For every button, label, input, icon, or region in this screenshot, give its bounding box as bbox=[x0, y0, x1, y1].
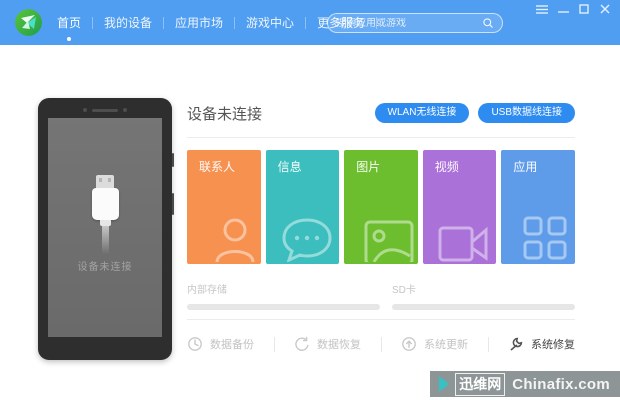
action-bar: 数据备份 数据恢复 系统更新 系统修复 bbox=[187, 333, 575, 355]
divider bbox=[187, 137, 575, 138]
nav-item-my-device[interactable]: 我的设备 bbox=[98, 14, 158, 31]
system-update-button[interactable]: 系统更新 bbox=[401, 336, 468, 352]
nav-separator bbox=[234, 16, 236, 29]
app-logo-icon[interactable] bbox=[15, 9, 42, 36]
internal-storage: 内部存储 bbox=[187, 281, 380, 310]
phone-screen: 设备未连接 bbox=[48, 118, 162, 337]
search-box[interactable] bbox=[327, 13, 503, 33]
apps-grid-icon bbox=[523, 216, 567, 260]
sd-card-label: SD卡 bbox=[392, 285, 416, 296]
sd-card-storage: SD卡 bbox=[392, 281, 575, 310]
usb-cable-icon bbox=[91, 175, 119, 254]
tile-apps[interactable]: 应用 bbox=[501, 150, 575, 264]
divider bbox=[187, 319, 575, 320]
message-icon bbox=[282, 218, 332, 262]
update-icon bbox=[402, 337, 416, 351]
nav-separator bbox=[305, 16, 307, 29]
wlan-connect-button[interactable]: WLAN无线连接 bbox=[374, 103, 470, 123]
main-panel: 设备未连接 WLAN无线连接 USB数据线连接 联系人 信息 图片 视频 应用 … bbox=[187, 98, 575, 355]
phone-side-button bbox=[172, 153, 174, 167]
contact-icon bbox=[215, 218, 255, 262]
picture-icon bbox=[364, 220, 414, 262]
tile-contacts[interactable]: 联系人 bbox=[187, 150, 261, 264]
nav-separator bbox=[163, 16, 165, 29]
phone-speaker bbox=[83, 108, 127, 112]
action-separator bbox=[380, 336, 382, 352]
tile-messages[interactable]: 信息 bbox=[265, 150, 340, 264]
nav-item-app-market[interactable]: 应用市场 bbox=[169, 14, 229, 31]
tile-videos[interactable]: 视频 bbox=[422, 150, 497, 264]
internal-storage-bar bbox=[187, 304, 380, 310]
clock-icon bbox=[188, 337, 202, 351]
page-title: 设备未连接 bbox=[187, 105, 263, 123]
close-icon[interactable] bbox=[598, 3, 612, 15]
video-icon bbox=[438, 226, 488, 262]
action-separator bbox=[487, 336, 489, 352]
chinafix-watermark: 迅维网 Chinafix.com bbox=[430, 371, 620, 397]
top-navigation-bar: 首页 我的设备 应用市场 游戏中心 更多服务 bbox=[0, 0, 620, 45]
action-separator bbox=[273, 336, 275, 352]
data-restore-button[interactable]: 数据恢复 bbox=[294, 336, 361, 352]
active-indicator-dot bbox=[67, 37, 71, 41]
menu-icon[interactable] bbox=[535, 3, 549, 15]
category-tiles: 联系人 信息 图片 视频 应用 bbox=[187, 150, 575, 264]
search-input[interactable] bbox=[336, 17, 482, 29]
search-icon[interactable] bbox=[482, 17, 494, 29]
phone-status-text: 设备未连接 bbox=[77, 262, 133, 273]
phone-mockup: 设备未连接 bbox=[38, 98, 174, 360]
tile-pictures[interactable]: 图片 bbox=[344, 150, 418, 264]
restore-icon bbox=[295, 336, 309, 351]
nav-separator bbox=[92, 16, 94, 29]
system-repair-button[interactable]: 系统修复 bbox=[508, 336, 575, 352]
wrench-icon bbox=[510, 337, 523, 351]
internal-storage-label: 内部存储 bbox=[187, 285, 227, 296]
maximize-icon[interactable] bbox=[577, 3, 591, 15]
phone-side-button bbox=[172, 193, 174, 215]
storage-section: 内部存储 SD卡 bbox=[187, 281, 575, 310]
chevron-right-icon bbox=[439, 376, 450, 392]
watermark-site-cn: 迅维网 bbox=[455, 372, 506, 396]
sd-card-bar bbox=[392, 304, 575, 310]
minimize-icon[interactable] bbox=[556, 3, 570, 15]
panel-header: 设备未连接 WLAN无线连接 USB数据线连接 bbox=[187, 98, 575, 128]
nav-item-game-center[interactable]: 游戏中心 bbox=[240, 14, 300, 31]
nav-item-home[interactable]: 首页 bbox=[51, 14, 87, 41]
window-controls bbox=[535, 3, 612, 15]
watermark-site-en: Chinafix.com bbox=[512, 375, 610, 393]
data-backup-button[interactable]: 数据备份 bbox=[187, 336, 254, 352]
usb-connect-button[interactable]: USB数据线连接 bbox=[478, 103, 575, 123]
